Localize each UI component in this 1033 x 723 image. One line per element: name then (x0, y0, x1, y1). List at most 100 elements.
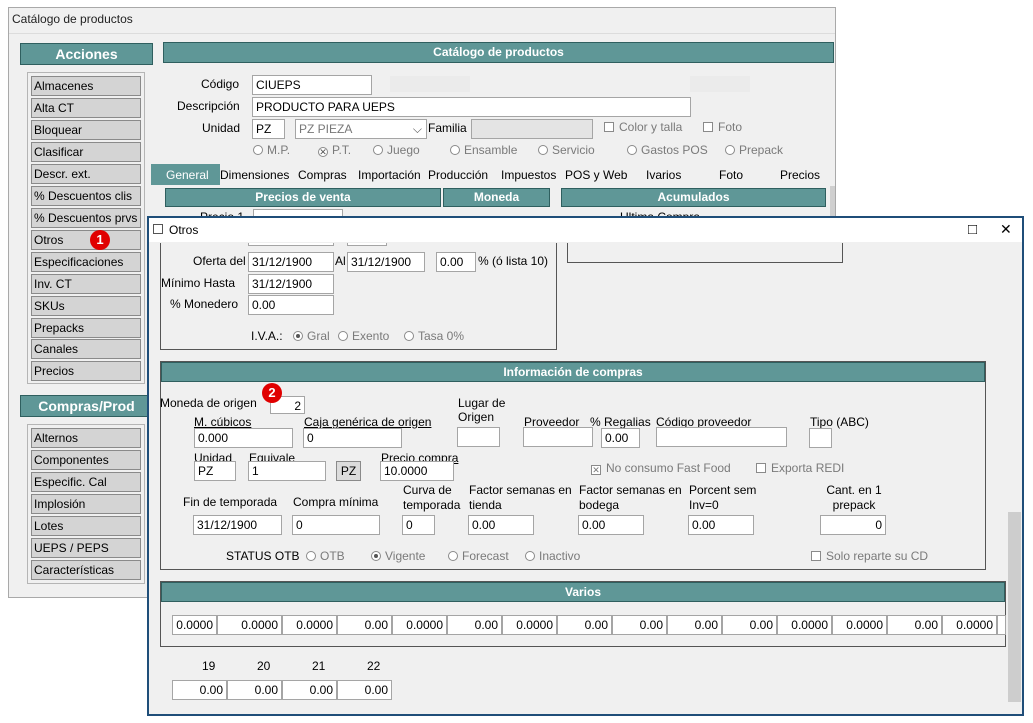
iva-radio-0[interactable]: Gral (293, 329, 330, 343)
tab-4[interactable]: Producción (428, 165, 488, 185)
varios-input-9[interactable]: 0.00 (667, 615, 722, 635)
product-type-radio-5[interactable]: Gastos POS (627, 143, 708, 157)
oferta-from-input[interactable]: 31/12/1900 (248, 252, 334, 272)
m-cubicos-input[interactable]: 0.000 (194, 428, 293, 448)
familia-input[interactable] (471, 119, 593, 139)
tab-0[interactable]: General (166, 165, 209, 185)
dialog-scrollbar-thumb[interactable] (1008, 512, 1021, 702)
acciones-item-10[interactable]: SKUs (31, 296, 141, 316)
product-type-radio-3[interactable]: Ensamble (450, 143, 517, 157)
exporta-checkbox[interactable]: Exporta REDI (756, 461, 844, 475)
acciones-item-2[interactable]: Bloquear (31, 120, 141, 140)
product-type-radio-6[interactable]: Prepack (725, 143, 783, 157)
descripcion-input[interactable]: PRODUCTO PARA UEPS (252, 97, 691, 117)
iva-radio-2[interactable]: Tasa 0% (404, 329, 464, 343)
tab-7[interactable]: Ivarios (646, 165, 681, 185)
equivale-input[interactable]: 1 (248, 461, 326, 481)
unidad-code-input[interactable]: PZ (252, 119, 285, 139)
compras-prod-item-4[interactable]: Lotes (31, 516, 141, 536)
unidad-compra-input[interactable]: PZ (194, 461, 236, 481)
extra-input-2[interactable]: 0.00 (282, 680, 337, 700)
close-icon[interactable]: ✕ (1000, 221, 1012, 238)
acciones-item-6[interactable]: % Descuentos prvs (31, 208, 141, 228)
varios-input-11[interactable]: 0.0000 (777, 615, 832, 635)
proveedor-input[interactable] (523, 427, 593, 447)
status-radio-1[interactable]: Vigente (371, 549, 425, 563)
compras-prod-item-5[interactable]: UEPS / PEPS (31, 538, 141, 558)
solo-reparte-checkbox[interactable]: Solo reparte su CD (811, 549, 928, 563)
tipo-input[interactable] (809, 428, 832, 448)
cant-prepack-input[interactable]: 0 (820, 515, 886, 535)
tab-5[interactable]: Impuestos (501, 165, 556, 185)
varios-input-14[interactable]: 0.0000 (942, 615, 997, 635)
varios-input-10[interactable]: 0.00 (722, 615, 777, 635)
varios-input-13[interactable]: 0.00 (887, 615, 942, 635)
acciones-item-11[interactable]: Prepacks (31, 318, 141, 338)
tab-2[interactable]: Compras (298, 165, 347, 185)
main-scrollbar[interactable] (830, 186, 835, 216)
product-type-radio-0[interactable]: M.P. (253, 143, 290, 157)
compra-minima-input[interactable]: 0 (292, 515, 380, 535)
codigo-input[interactable]: CIUEPS (252, 75, 372, 95)
varios-input-3[interactable]: 0.00 (337, 615, 392, 635)
acciones-item-8[interactable]: Especificaciones (31, 252, 141, 272)
porcent-input[interactable]: 0.00 (688, 515, 754, 535)
extra-input-3[interactable]: 0.00 (337, 680, 392, 700)
fin-temporada-input[interactable]: 31/12/1900 (193, 515, 282, 535)
iva-radio-1[interactable]: Exento (338, 329, 389, 343)
tab-6[interactable]: POS y Web (565, 165, 627, 185)
compras-prod-item-1[interactable]: Componentes (31, 450, 141, 470)
curva-input[interactable]: 0 (402, 515, 435, 535)
acciones-item-3[interactable]: Clasificar (31, 142, 141, 162)
acciones-item-9[interactable]: Inv. CT (31, 274, 141, 294)
acciones-item-7[interactable]: Otros (31, 230, 141, 250)
extra-input-0[interactable]: 0.00 (172, 680, 227, 700)
varios-input-8[interactable]: 0.00 (612, 615, 667, 635)
tab-3[interactable]: Importación (358, 165, 421, 185)
status-radio-0[interactable]: OTB (306, 549, 345, 563)
pct-input[interactable]: 0.00 (436, 252, 476, 272)
maximize-icon[interactable]: □ (968, 221, 977, 238)
varios-input-1[interactable]: 0.0000 (217, 615, 282, 635)
varios-input-4[interactable]: 0.0000 (392, 615, 447, 635)
status-radio-2[interactable]: Forecast (448, 549, 509, 563)
monedero-input[interactable]: 0.00 (248, 295, 334, 315)
foto-checkbox[interactable]: Foto (703, 120, 742, 134)
varios-input-partial[interactable] (997, 615, 1006, 635)
compras-prod-item-6[interactable]: Características (31, 560, 141, 580)
tab-8[interactable]: Foto (719, 165, 743, 185)
varios-input-12[interactable]: 0.0000 (832, 615, 887, 635)
compras-prod-item-3[interactable]: Implosión (31, 494, 141, 514)
minimo-input[interactable]: 31/12/1900 (248, 274, 334, 294)
varios-input-7[interactable]: 0.00 (557, 615, 612, 635)
oferta-to-input[interactable]: 31/12/1900 (347, 252, 425, 272)
acciones-item-0[interactable]: Almacenes (31, 76, 141, 96)
precio-compra-input[interactable]: 10.0000 (380, 461, 454, 481)
caja-input[interactable]: 0 (303, 428, 402, 448)
no-consumo-checkbox[interactable]: ✕ No consumo Fast Food (591, 461, 731, 475)
varios-input-2[interactable]: 0.0000 (282, 615, 337, 635)
product-type-radio-1[interactable]: ✕ P.T. (318, 143, 351, 157)
regalias-input[interactable]: 0.00 (601, 428, 640, 448)
status-radio-3[interactable]: Inactivo (525, 549, 580, 563)
unidad-select[interactable]: PZ PIEZA ⌵ (295, 119, 427, 139)
varios-input-6[interactable]: 0.0000 (502, 615, 557, 635)
acciones-item-5[interactable]: % Descuentos clis (31, 186, 141, 206)
compras-prod-item-0[interactable]: Alternos (31, 428, 141, 448)
codigo-proveedor-input[interactable] (656, 427, 787, 447)
lugar-origen-input[interactable] (457, 427, 500, 447)
compras-prod-item-2[interactable]: Especific. Cal (31, 472, 141, 492)
tab-9[interactable]: Precios (780, 165, 820, 185)
acciones-item-4[interactable]: Descr. ext. (31, 164, 141, 184)
tab-1[interactable]: Dimensiones (220, 165, 289, 185)
varios-input-5[interactable]: 0.00 (447, 615, 502, 635)
acciones-item-1[interactable]: Alta CT (31, 98, 141, 118)
acciones-item-12[interactable]: Canales (31, 339, 141, 359)
color-talla-checkbox[interactable]: Color y talla (604, 120, 682, 134)
fs-tienda-input[interactable]: 0.00 (468, 515, 534, 535)
product-type-radio-2[interactable]: Juego (373, 143, 420, 157)
extra-input-1[interactable]: 0.00 (227, 680, 282, 700)
product-type-radio-4[interactable]: Servicio (538, 143, 595, 157)
acciones-item-13[interactable]: Precios (31, 361, 141, 381)
varios-input-0[interactable]: 0.0000 (172, 615, 217, 635)
